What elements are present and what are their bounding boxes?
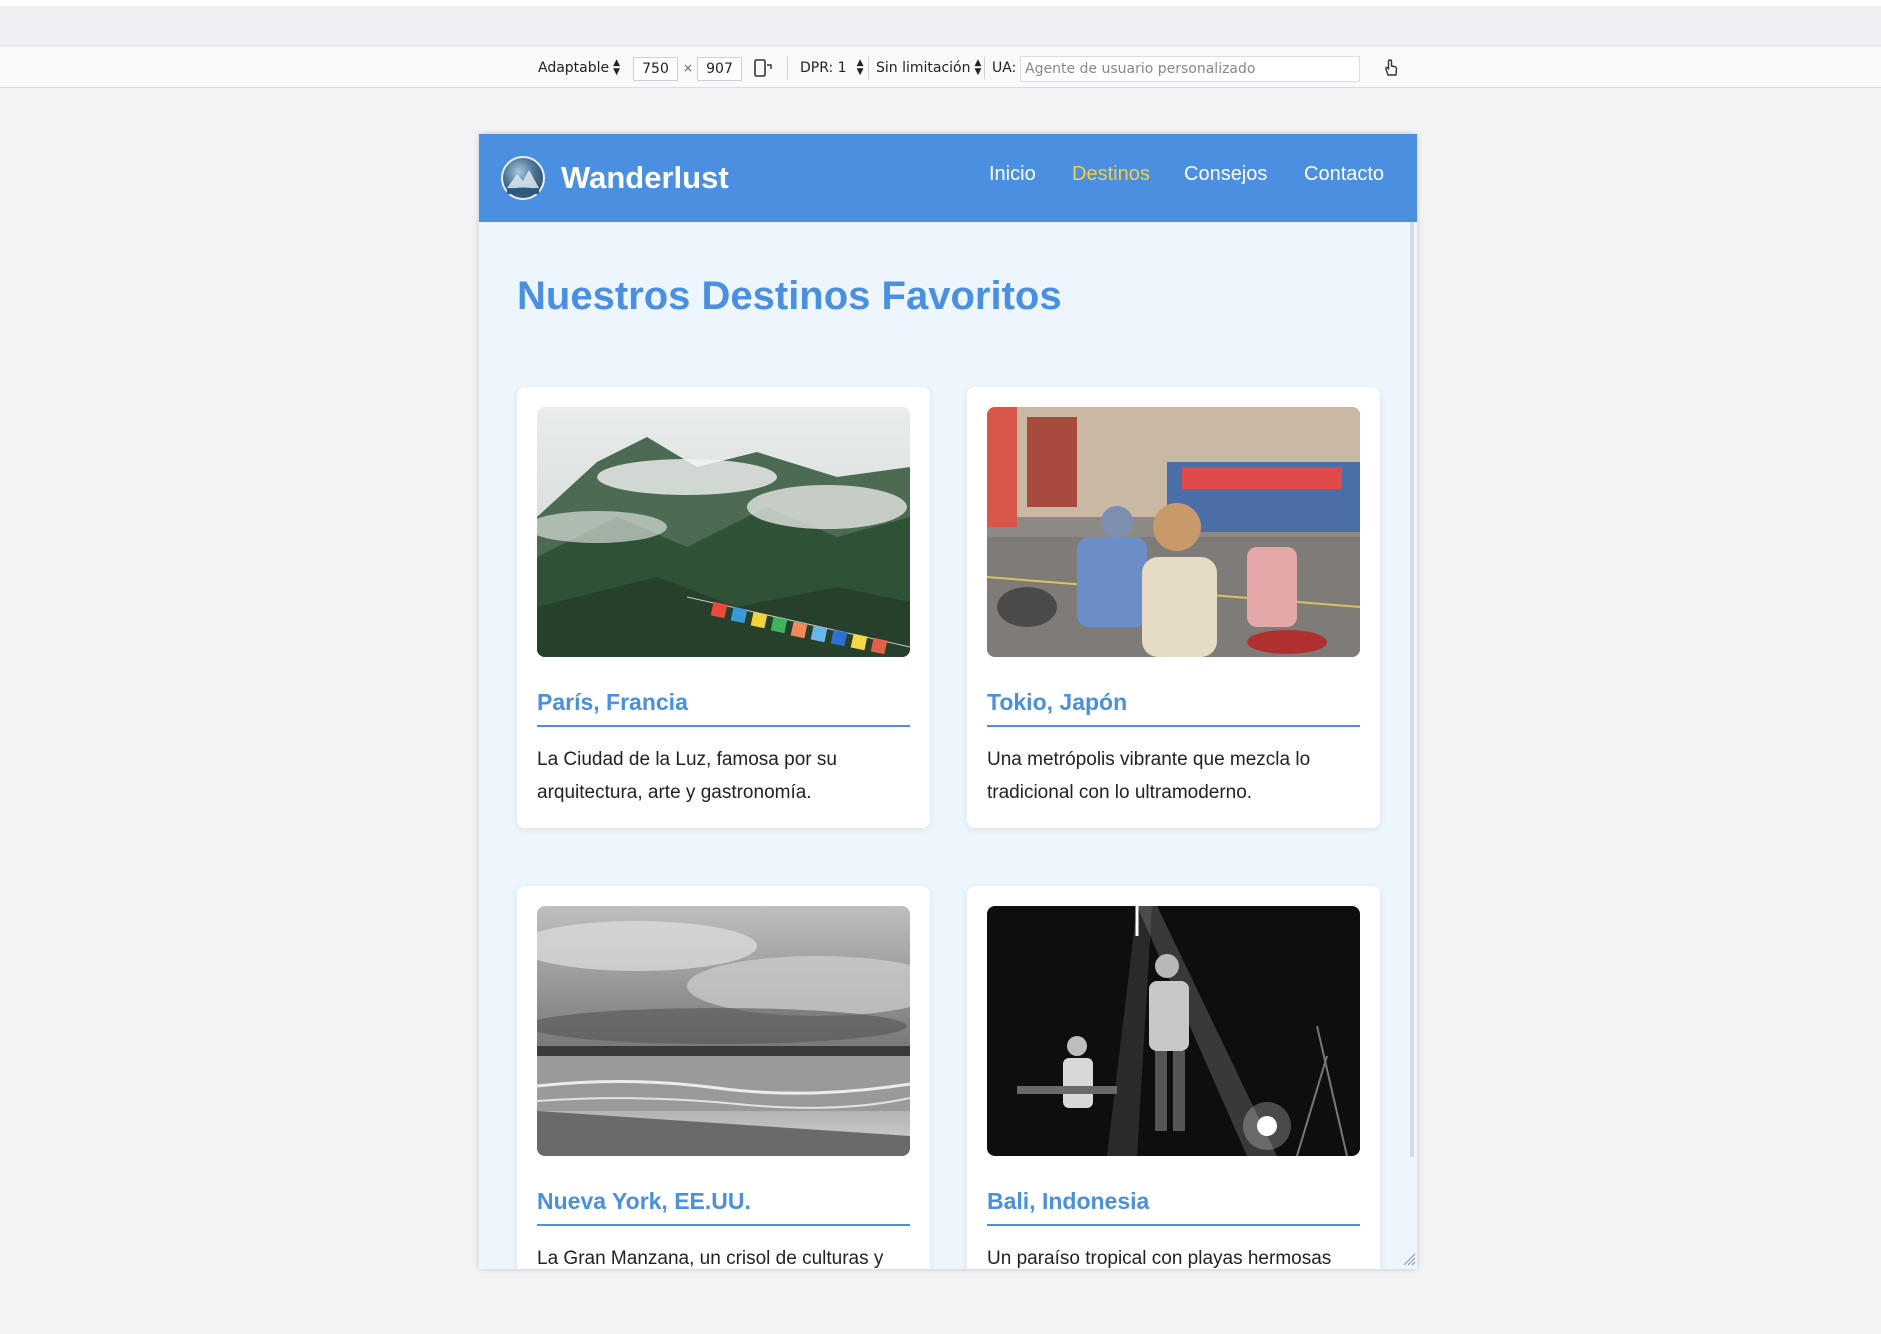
dimension-separator: × bbox=[683, 60, 694, 75]
destination-card[interactable]: Tokio, Japón Una metrópolis vibrante que… bbox=[967, 387, 1380, 828]
browser-chrome-area bbox=[0, 6, 1881, 46]
responsive-viewport: Wanderlust Inicio Destinos Consejos Cont… bbox=[479, 134, 1417, 1269]
dpr-label: DPR: 1 bbox=[800, 59, 847, 76]
toolbar-separator bbox=[787, 57, 788, 79]
network-throttle-selector[interactable]: Sin limitación ▲ ▼ bbox=[876, 47, 981, 88]
user-agent-input[interactable]: Agente de usuario personalizado bbox=[1020, 56, 1360, 82]
mountain-icon bbox=[507, 170, 539, 194]
brand-name[interactable]: Wanderlust bbox=[561, 156, 729, 200]
updown-arrows-icon: ▲ ▼ bbox=[613, 57, 621, 77]
touch-simulation-icon bbox=[1385, 58, 1398, 76]
destination-image-mountains bbox=[537, 407, 910, 657]
toolbar-separator bbox=[868, 57, 869, 79]
nav-link-contacto[interactable]: Contacto bbox=[1304, 162, 1384, 186]
dpr-selector[interactable]: DPR: 1 ▲ ▼ bbox=[800, 47, 864, 88]
updown-arrows-icon: ▲ ▼ bbox=[856, 57, 864, 77]
destination-card[interactable]: Nueva York, EE.UU. La Gran Manzana, un c… bbox=[517, 886, 930, 1269]
rotate-device-icon bbox=[754, 58, 772, 77]
device-selector-label: Adaptable bbox=[538, 59, 610, 76]
destination-image-street bbox=[987, 407, 1360, 657]
touch-simulation-button[interactable] bbox=[1380, 47, 1402, 88]
destination-image-concert bbox=[987, 906, 1360, 1156]
destination-description: La Ciudad de la Luz, famosa por su arqui… bbox=[537, 749, 837, 803]
destination-title: Tokio, Japón bbox=[987, 687, 1360, 727]
updown-arrows-icon: ▲ ▼ bbox=[974, 57, 982, 77]
page-title: Nuestros Destinos Favoritos bbox=[517, 274, 1062, 318]
destination-title: Nueva York, EE.UU. bbox=[537, 1186, 910, 1226]
resize-handle-icon[interactable] bbox=[1402, 1252, 1416, 1266]
destination-image-beach bbox=[537, 906, 910, 1156]
destination-description: La Gran Manzana, un crisol de culturas y bbox=[537, 1248, 884, 1269]
nav-link-destinos[interactable]: Destinos bbox=[1072, 162, 1150, 186]
ua-label: UA: bbox=[992, 59, 1017, 76]
site-header: Wanderlust Inicio Destinos Consejos Cont… bbox=[479, 134, 1417, 222]
destination-card[interactable]: Bali, Indonesia Un paraíso tropical con … bbox=[967, 886, 1380, 1269]
nav-link-consejos[interactable]: Consejos bbox=[1184, 162, 1267, 186]
responsive-design-toolbar: Adaptable ▲ ▼ 750 × 907 DPR: 1 ▲ ▼ Sin lim… bbox=[0, 47, 1881, 88]
viewport-scrollbar[interactable] bbox=[1410, 222, 1414, 1157]
destination-card[interactable]: París, Francia La Ciudad de la Luz, famo… bbox=[517, 387, 930, 828]
rotate-device-button[interactable] bbox=[752, 47, 774, 88]
mountain-logo[interactable] bbox=[501, 156, 545, 200]
destination-title: París, Francia bbox=[537, 687, 910, 727]
device-selector[interactable]: Adaptable ▲ ▼ bbox=[538, 47, 620, 88]
viewport-height-input[interactable]: 907 bbox=[697, 57, 742, 81]
destination-description: Un paraíso tropical con playas hermosas bbox=[987, 1248, 1332, 1269]
nav-link-inicio[interactable]: Inicio bbox=[989, 162, 1036, 186]
destination-description: Una metrópolis vibrante que mezcla lo tr… bbox=[987, 749, 1311, 803]
destination-title: Bali, Indonesia bbox=[987, 1186, 1360, 1226]
toolbar-separator bbox=[984, 57, 985, 79]
throttle-label: Sin limitación bbox=[876, 59, 971, 76]
viewport-width-input[interactable]: 750 bbox=[633, 57, 678, 81]
